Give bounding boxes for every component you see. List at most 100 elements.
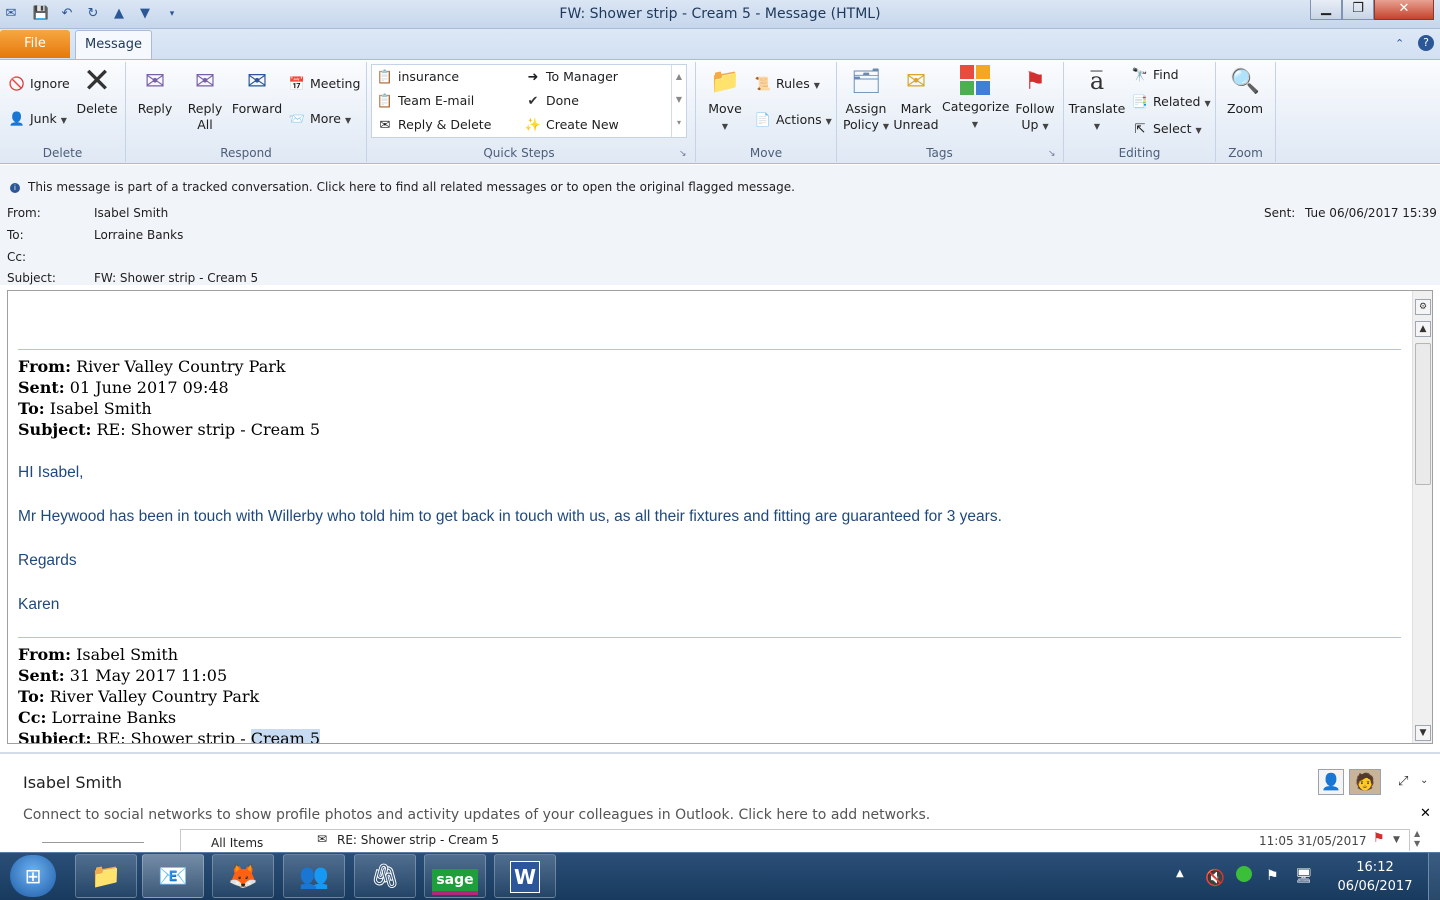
scroll-up-button[interactable]: ▲ [1415,321,1431,337]
collapse-pane-icon[interactable]: ⌄ [1420,775,1428,786]
volume-muted-icon[interactable]: 🔇 [1205,868,1225,887]
move-button[interactable]: 📁 Move ▼ [704,65,746,135]
ignore-button[interactable]: 🚫 Ignore [8,74,70,94]
group-label-tags: Tags [926,146,953,160]
dropdown-arrow-icon: ▼ [1093,122,1101,131]
follow-up-button[interactable]: ⚑ Follow Up ▼ [1012,65,1058,135]
contacts-app-icon[interactable]: 👥 [283,854,345,898]
to-label: To: [7,228,24,242]
message-body[interactable]: From: River Valley Country Park Sent: 01… [7,290,1433,744]
social-networks-link[interactable]: Connect to social networks to show profi… [23,807,930,823]
meeting-button[interactable]: 📅 Meeting [288,74,361,94]
quick-step-create-new[interactable]: ✨ Create New [524,115,619,135]
group-label-quick-steps: Quick Steps [483,146,555,160]
minimize-icon: ▁ [1321,1,1331,16]
junk-button[interactable]: 👤 Junk ▼ [8,109,67,129]
actions-icon: 📄 [754,113,772,128]
reply-delete-icon: ✉ [379,118,391,133]
activity-subject[interactable]: RE: Shower strip - Cream 5 [337,833,499,847]
contact-placeholder-icon[interactable]: 👤 [1318,769,1344,795]
dialog-launcher-icon[interactable]: ↘ [1048,149,1056,159]
windows-start-icon[interactable]: ⊞ [10,855,56,897]
expand-gallery-icon: ▾ [676,118,681,127]
scroll-thumb[interactable] [1415,343,1431,485]
msg2-to-line: To: River Valley Country Park [18,687,260,706]
sage-icon[interactable]: sage [424,854,486,898]
tracked-conversation-infobar[interactable]: i This message is part of a tracked conve… [10,180,795,194]
restore-button[interactable]: ❐ [1342,0,1374,20]
reply-button[interactable]: ✉ Reply [134,65,176,117]
close-button[interactable]: ✕ [1374,0,1434,20]
msg1-signature: Karen [18,596,60,613]
scroll-up-icon: ▲ [1414,829,1421,838]
group-label-move: Move [749,146,783,160]
dismiss-icon[interactable]: ✕ [1420,806,1431,821]
from-value[interactable]: Isabel Smith [94,206,168,220]
find-button[interactable]: 🔭 Find [1131,65,1179,85]
assign-policy-button[interactable]: 🗂 Assign Policy ▼ [842,65,890,135]
dialog-launcher-icon[interactable]: ↘ [679,149,687,159]
to-value[interactable]: Lorraine Banks [94,228,183,242]
tab-all-items[interactable]: All Items [211,836,263,850]
expand-pane-icon[interactable]: ⤢ [1398,774,1408,789]
related-button[interactable]: 📑 Related ▼ [1131,92,1211,112]
outlook-icon[interactable]: 📧 [142,854,204,898]
group-label-delete: Delete [42,146,83,160]
flag-icon[interactable]: ⚑ [1373,831,1385,846]
flag-icon: ⚑ [1024,67,1046,95]
rules-button[interactable]: 📜 Rules ▼ [754,74,820,94]
to-manager-icon: ➜ [527,70,539,85]
forward-icon: ✉ [246,67,268,95]
view-mode-icon[interactable]: ⚙ [1415,299,1431,315]
reply-all-icon: ✉ [194,67,216,95]
msg1-greeting: HI Isabel, [18,464,84,481]
action-center-flag-icon[interactable]: ⚑ [1266,868,1279,884]
translate-button[interactable]: a̅ Translate ▼ [1068,65,1126,135]
show-desktop-button[interactable] [1428,853,1440,900]
file-explorer-icon[interactable]: 📁 [75,854,137,898]
delete-button[interactable]: ✕ Delete [74,61,120,117]
tab-message[interactable]: Message [75,30,152,60]
network-icon[interactable]: 🖥 [1295,868,1313,884]
info-icon: i [10,183,20,193]
avatar[interactable]: 🧑 [1349,769,1381,795]
message-scrollbar[interactable]: ⚙ ▲ ▼ [1412,291,1432,743]
msg1-from-line: From: River Valley Country Park [18,357,286,376]
quick-step-team-email[interactable]: 📋 Team E-mail [376,91,474,111]
msg2-sent-line: Sent: 31 May 2017 11:05 [18,666,228,685]
dropdown-arrow-icon: ▼ [882,122,890,131]
quick-step-to-manager[interactable]: ➜ To Manager [524,67,618,87]
forward-button[interactable]: ✉ Forward [231,65,283,117]
minimize-ribbon-icon[interactable]: ⌃ [1395,37,1404,50]
scroll-down-button[interactable]: ▼ [1415,725,1431,741]
msg2-subject-line: Subject: RE: Shower strip - Cream 5 [18,729,321,743]
msg1-paragraph: Mr Heywood has been in touch with Willer… [18,508,1002,525]
dropdown-arrow-icon[interactable]: ▼ [1393,835,1400,845]
zoom-button[interactable]: 🔍 Zoom [1224,65,1266,117]
mark-unread-button[interactable]: ✉ Mark Unread [893,65,939,133]
stapler-app-icon[interactable]: 🖇 [354,854,416,898]
quick-steps-scroll[interactable]: ▲ ▼ ▾ [671,65,686,137]
subject-value: FW: Shower strip - Cream 5 [94,271,259,285]
tab-file[interactable]: File [0,30,70,58]
minimize-button[interactable]: ▁ [1310,0,1342,20]
quick-step-done[interactable]: ✔ Done [524,91,579,111]
select-button[interactable]: ⇱ Select ▼ [1131,119,1202,139]
pane-tab-divider [42,842,144,843]
quick-step-reply-delete[interactable]: ✉ Reply & Delete [376,115,492,135]
status-indicator-icon[interactable] [1236,866,1252,882]
quick-step-insurance[interactable]: 📋 insurance [376,67,459,87]
actions-button[interactable]: 📄 Actions ▼ [754,110,832,130]
reply-all-button[interactable]: ✉ Reply All [184,65,226,133]
delete-icon: ✕ [82,61,112,101]
sent-value: Tue 06/06/2017 15:39 [1305,206,1437,220]
more-respond-button[interactable]: 📨 More ▼ [288,109,351,129]
activity-scroll[interactable]: ▲ ▼ [1414,829,1420,849]
system-clock[interactable]: 16:12 06/06/2017 [1330,858,1420,896]
show-hidden-icons[interactable]: ▲ [1176,868,1184,879]
categorize-button[interactable]: Categorize ▼ [942,65,1009,133]
selected-text[interactable]: Cream 5 [250,729,321,743]
firefox-icon[interactable]: 🦊 [212,854,274,898]
word-icon[interactable]: W [494,854,556,898]
help-icon[interactable]: ? [1418,35,1434,51]
